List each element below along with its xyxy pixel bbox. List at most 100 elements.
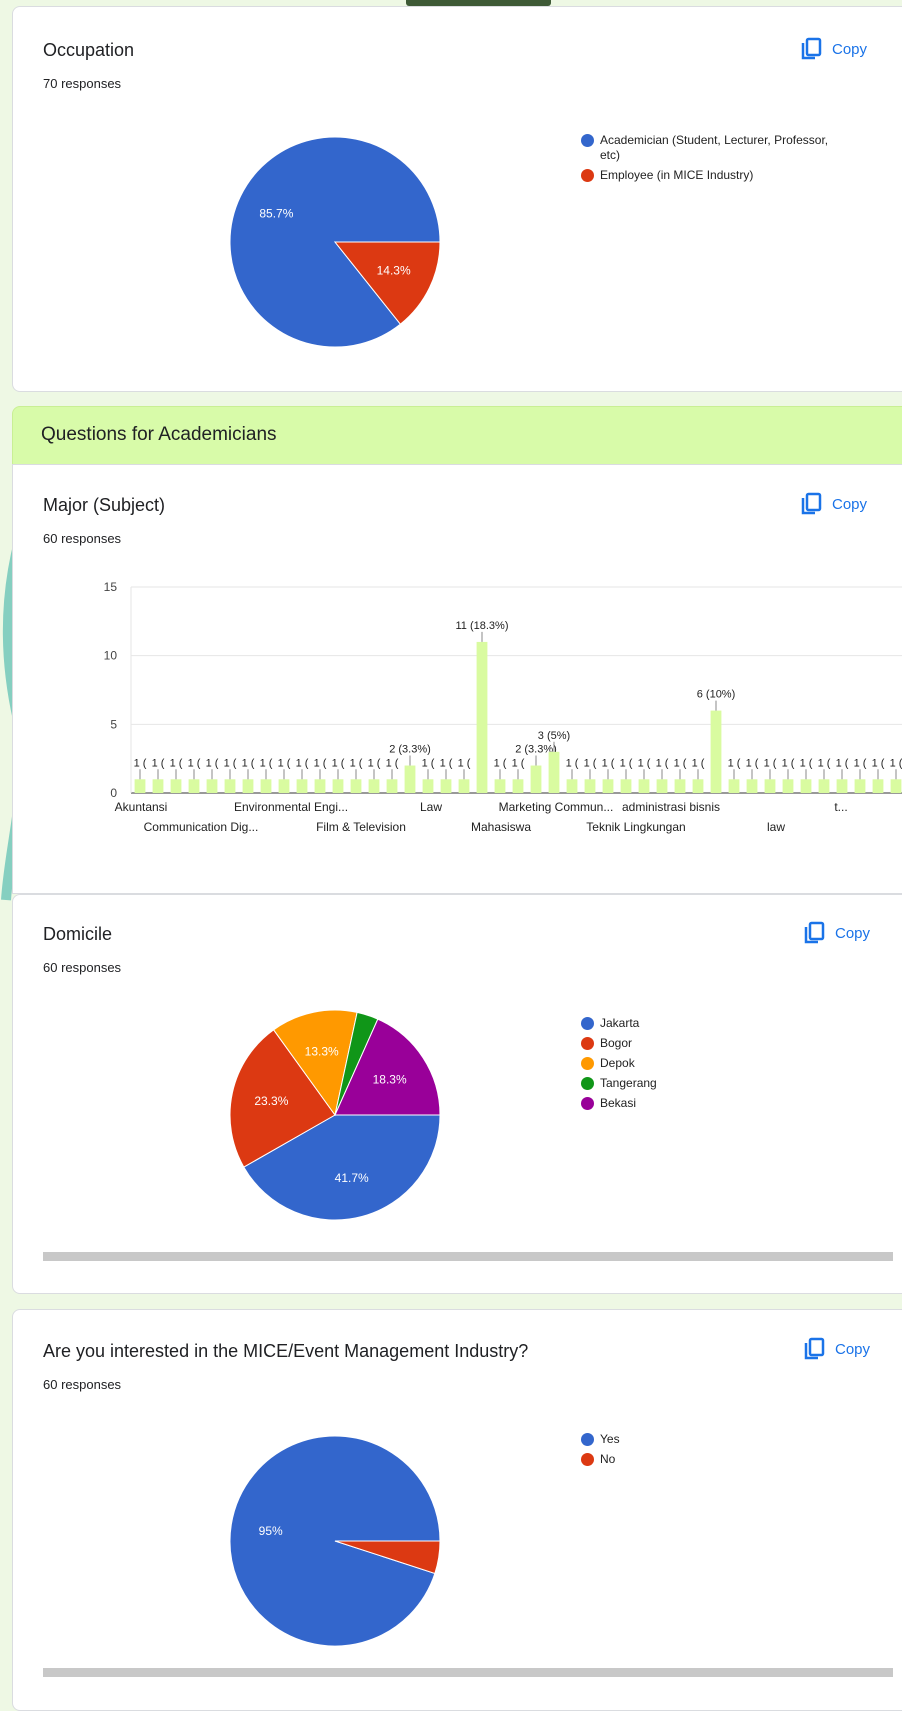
- bar-data-label: 1 (: [566, 757, 579, 769]
- legend-swatch: [581, 134, 594, 147]
- legend-swatch: [581, 1453, 594, 1466]
- copy-icon: [801, 492, 822, 515]
- bar: [332, 779, 344, 793]
- x-tick-label: administrasi bisnis: [622, 800, 720, 814]
- copy-label: Copy: [832, 40, 868, 58]
- copy-button[interactable]: Copy: [800, 492, 867, 516]
- legend-label: Tangerang: [600, 1076, 657, 1090]
- interest-legend: Yes No: [581, 1432, 781, 1472]
- legend-label: Jakarta: [600, 1016, 640, 1030]
- x-tick-label: Environmental Engi...: [234, 800, 348, 814]
- bar: [728, 779, 740, 793]
- bar: [800, 779, 812, 793]
- bar-data-label: 1 (: [602, 757, 615, 769]
- bar: [710, 710, 722, 793]
- bar-data-label: 3 (5%): [538, 730, 570, 742]
- bar-data-label: 1 (: [638, 757, 651, 769]
- legend-label: Yes: [600, 1432, 620, 1446]
- bar: [296, 779, 308, 793]
- bar-data-label: 1 (: [224, 757, 237, 769]
- x-tick-label: Marketing Commun...: [499, 800, 614, 814]
- pie-slice-label: 85.7%: [259, 207, 293, 221]
- legend-swatch: [581, 1077, 594, 1090]
- legend-swatch: [581, 1037, 594, 1050]
- question-title: Major (Subject): [43, 495, 166, 515]
- bar-data-label: 1 (: [656, 757, 669, 769]
- bar-data-label: 1 (: [854, 757, 867, 769]
- copy-button[interactable]: Copy: [803, 1337, 870, 1361]
- bar-data-label: 1 (: [278, 757, 291, 769]
- copy-button[interactable]: Copy: [800, 37, 867, 61]
- question-title: Are you interested in the MICE/Event Man…: [43, 1341, 529, 1361]
- bar: [548, 751, 560, 793]
- bar: [476, 641, 488, 793]
- legend-item: Bogor: [581, 1036, 801, 1051]
- bar: [782, 779, 794, 793]
- copy-icon: [804, 1337, 825, 1360]
- interest-pie-chart: 95%: [229, 1435, 441, 1647]
- bar-data-label: 1 (: [206, 757, 219, 769]
- bar: [278, 779, 290, 793]
- major-bar-chart: 0 5 10 15 1 (1 (1 (1 (1 (1 (1 (1 (1 (1 (1 (1…: [104, 580, 902, 834]
- bar-data-label: 1 (: [782, 757, 795, 769]
- horizontal-scrollbar[interactable]: [43, 1252, 893, 1261]
- bar: [224, 779, 236, 793]
- bar: [836, 779, 848, 793]
- bar: [134, 779, 146, 793]
- bar-data-label: 1 (: [872, 757, 885, 769]
- bar: [584, 779, 596, 793]
- legend-item: Bekasi: [581, 1096, 801, 1111]
- bar: [674, 779, 686, 793]
- domicile-pie-chart: 41.7% 23.3% 13.3% 18.3%: [229, 1009, 441, 1221]
- section-title: Questions for Academicians: [41, 424, 277, 445]
- bar: [764, 779, 776, 793]
- legend-swatch: [581, 1433, 594, 1446]
- legend-label: Academician (Student, Lecturer, Professo…: [600, 133, 829, 162]
- bar-data-label: 1 (: [440, 757, 453, 769]
- section-header: Questions for Academicians: [12, 406, 902, 466]
- pie-slice-label: 95%: [259, 1524, 283, 1538]
- pie-slice-label: 13.3%: [305, 1044, 339, 1058]
- bar-data-label: 1 (: [242, 757, 255, 769]
- legend-item: Academician (Student, Lecturer, Professo…: [581, 133, 831, 163]
- pie-slices: 95%: [229, 1435, 441, 1647]
- legend-item: No: [581, 1452, 781, 1467]
- bar-data-label: 1 (: [746, 757, 759, 769]
- bar: [512, 779, 524, 793]
- bar-data-label: 1 (: [386, 757, 399, 769]
- bar: [818, 779, 830, 793]
- bar-data-label: 1 (: [818, 757, 831, 769]
- bar-data-label: 1 (: [422, 757, 435, 769]
- bar: [620, 779, 632, 793]
- bar-data-label: 1 (: [800, 757, 813, 769]
- legend-item: Yes: [581, 1432, 781, 1447]
- bar-data-label: 1 (: [170, 757, 183, 769]
- bar: [350, 779, 362, 793]
- pie-slice-label: 18.3%: [373, 1073, 407, 1087]
- legend-label: Depok: [600, 1056, 635, 1070]
- bar: [368, 779, 380, 793]
- question-title: Domicile: [43, 924, 113, 944]
- response-count: 60 responses: [43, 531, 122, 546]
- bar: [638, 779, 650, 793]
- bar: [152, 779, 164, 793]
- bar-data-label: 1 (: [620, 757, 633, 769]
- question-title: Occupation: [43, 40, 135, 60]
- bar: [458, 779, 470, 793]
- x-tick-label: Communication Dig...: [144, 820, 259, 834]
- bar-data-label: 1 (: [152, 757, 165, 769]
- horizontal-scrollbar[interactable]: [43, 1668, 893, 1677]
- legend-item: Tangerang: [581, 1076, 801, 1091]
- bar-data-label: 1 (: [836, 757, 849, 769]
- bar-data-label: 1 (: [764, 757, 777, 769]
- bar-data-label: 1 (: [584, 757, 597, 769]
- x-tick-label: Law: [420, 800, 442, 814]
- copy-button[interactable]: Copy: [803, 921, 870, 945]
- pie-slices: 85.7% 14.3%: [229, 136, 441, 348]
- legend-swatch: [581, 1017, 594, 1030]
- bar-data-label: 1 (: [350, 757, 363, 769]
- pie-slice-label: 14.3%: [377, 263, 411, 277]
- bar: [890, 779, 902, 793]
- pie-slice-label: 23.3%: [254, 1094, 288, 1108]
- legend-item: Employee (in MICE Industry): [581, 168, 831, 183]
